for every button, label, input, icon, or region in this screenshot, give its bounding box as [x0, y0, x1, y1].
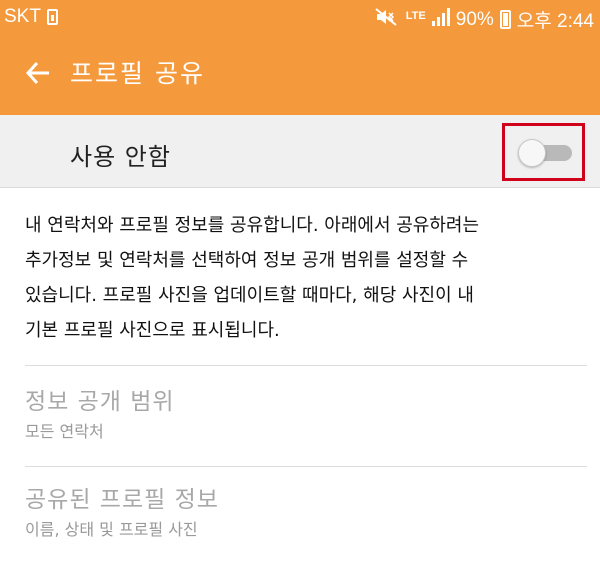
divider: [25, 365, 587, 366]
carrier-label: SKT: [4, 6, 41, 27]
shared-profile-info-title: 공유된 프로필 정보: [25, 487, 219, 513]
shared-profile-info-item[interactable]: 공유된 프로필 정보 이름, 상태 및 프로필 사진: [25, 485, 585, 541]
master-switch-label: 사용 안함: [70, 143, 171, 171]
app-bar: 프로필 공유: [0, 35, 600, 115]
back-button[interactable]: [18, 55, 58, 95]
description-text: 내 연락처와 프로필 정보를 공유합니다. 아래에서 공유하려는 추가정보 및 …: [25, 208, 575, 348]
status-left: SKT: [4, 6, 58, 28]
status-bar: SKT LTE 90% 오후 2:44: [0, 0, 600, 35]
visibility-scope-title: 정보 공개 범위: [25, 389, 175, 415]
battery-percent: 90%: [455, 8, 494, 30]
master-toggle-switch[interactable]: [518, 139, 574, 167]
description-line: 내 연락처와 프로필 정보를 공유합니다. 아래에서 공유하려는: [25, 215, 480, 236]
visibility-scope-summary: 모든 연락처: [25, 422, 104, 441]
master-switch-row[interactable]: 사용 안함: [0, 115, 600, 188]
description-line: 있습니다. 프로필 사진을 업데이트할 때마다, 해당 사진이 내: [25, 285, 474, 306]
sim-card-icon: [46, 9, 58, 25]
page-title: 프로필 공유: [70, 59, 205, 88]
description-line: 기본 프로필 사진으로 표시됩니다.: [25, 320, 280, 341]
shared-profile-info-summary: 이름, 상태 및 프로필 사진: [25, 520, 198, 539]
toggle-thumb: [518, 139, 546, 167]
description-line: 추가정보 및 연락처를 선택하여 정보 공개 범위를 설정할 수: [25, 250, 469, 271]
mute-icon: [374, 7, 400, 33]
clock: 오후 2:44: [516, 11, 594, 32]
status-right: LTE 90% 오후 2:44: [374, 6, 594, 33]
lte-signal-icon: [431, 7, 450, 32]
battery-icon: [499, 10, 511, 29]
divider: [25, 466, 587, 467]
arrow-left-icon: [25, 60, 51, 90]
visibility-scope-item[interactable]: 정보 공개 범위 모든 연락처: [25, 387, 585, 443]
network-type-label: LTE: [405, 10, 426, 22]
